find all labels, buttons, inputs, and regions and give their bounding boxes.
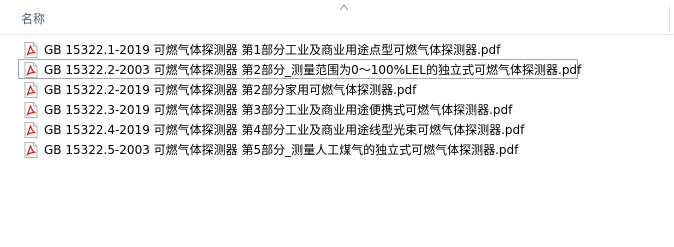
file-list: GB 15322.1-2019 可燃气体探测器 第1部分工业及商业用途点型可燃气… [0, 39, 674, 159]
column-header-row: 名称 [0, 0, 674, 35]
list-item[interactable]: GB 15322.2-2019 可燃气体探测器 第2部分家用可燃气体探测器.pd… [18, 79, 578, 99]
file-name: GB 15322.5-2003 可燃气体探测器 第5部分_测量人工煤气的独立式可… [44, 143, 519, 157]
column-divider[interactable] [669, 5, 670, 33]
file-name: GB 15322.3-2019 可燃气体探测器 第3部分工业及商业用途便携式可燃… [44, 103, 513, 117]
chevron-up-icon[interactable] [339, 3, 349, 11]
pdf-file-icon [24, 102, 38, 118]
pdf-file-icon [24, 142, 38, 158]
pdf-file-icon [24, 122, 38, 138]
list-item[interactable]: GB 15322.4-2019 可燃气体探测器 第4部分工业及商业用途线型光束可… [18, 119, 578, 139]
list-item[interactable]: GB 15322.1-2019 可燃气体探测器 第1部分工业及商业用途点型可燃气… [18, 39, 578, 59]
file-name: GB 15322.4-2019 可燃气体探测器 第4部分工业及商业用途线型光束可… [44, 123, 525, 137]
list-item[interactable]: GB 15322.3-2019 可燃气体探测器 第3部分工业及商业用途便携式可燃… [18, 99, 578, 119]
list-item[interactable]: GB 15322.5-2003 可燃气体探测器 第5部分_测量人工煤气的独立式可… [18, 139, 578, 159]
file-name: GB 15322.2-2003 可燃气体探测器 第2部分_测量范围为0～100%… [44, 63, 582, 77]
pdf-file-icon [24, 62, 38, 78]
file-name: GB 15322.2-2019 可燃气体探测器 第2部分家用可燃气体探测器.pd… [44, 83, 417, 97]
file-explorer-view: 名称 GB 15322.1-2019 可燃气体探测器 第1部分工业及商业用途点型… [0, 0, 674, 247]
name-column-header[interactable]: 名称 [21, 11, 45, 27]
list-item[interactable]: GB 15322.2-2003 可燃气体探测器 第2部分_测量范围为0～100%… [18, 59, 582, 79]
pdf-file-icon [24, 82, 38, 98]
pdf-file-icon [24, 42, 38, 58]
file-name: GB 15322.1-2019 可燃气体探测器 第1部分工业及商业用途点型可燃气… [44, 43, 501, 57]
